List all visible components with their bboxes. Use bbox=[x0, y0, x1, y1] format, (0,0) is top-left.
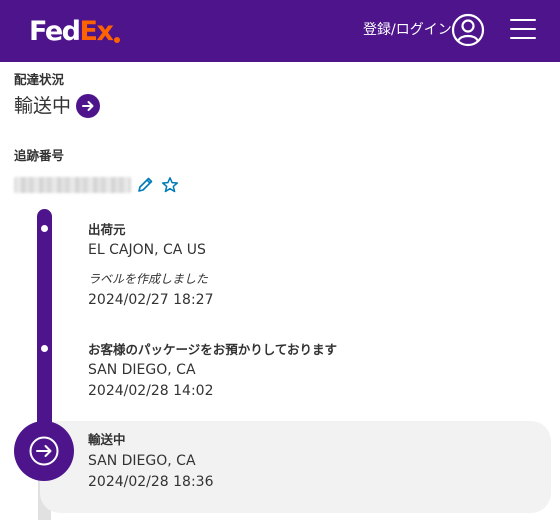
event-datetime: 2024/02/28 14:02 bbox=[88, 383, 214, 399]
delivery-status: 輸送中 bbox=[14, 93, 101, 119]
arrow-circle-icon bbox=[29, 436, 59, 466]
fedex-logo[interactable]: FedEx bbox=[29, 15, 121, 49]
delivery-status-value: 輸送中 bbox=[14, 95, 72, 117]
menu-bar bbox=[510, 28, 536, 30]
top-header: FedEx 登録/ログイン bbox=[0, 0, 560, 62]
logo-dot bbox=[114, 37, 121, 43]
arrow-right-icon bbox=[76, 94, 101, 118]
event-location: EL CAJON, CA US bbox=[88, 242, 206, 258]
delivery-status-label: 配達状況 bbox=[14, 72, 65, 87]
event-description: ラベルを作成しました bbox=[88, 272, 209, 286]
timeline-dot bbox=[41, 225, 48, 232]
menu-bar bbox=[510, 37, 536, 39]
timeline-dot bbox=[41, 345, 48, 352]
tracking-number-redacted bbox=[14, 177, 131, 193]
user-account-icon[interactable] bbox=[451, 13, 485, 47]
pencil-edit-icon[interactable] bbox=[136, 176, 154, 194]
star-favorite-icon[interactable] bbox=[161, 176, 179, 194]
menu-bar bbox=[510, 19, 536, 21]
event-title: 輸送中 bbox=[88, 432, 126, 447]
tracking-number-row bbox=[14, 174, 179, 196]
event-title: お客様のパッケージをお預かりしております bbox=[88, 342, 338, 357]
event-location: SAN DIEGO, CA bbox=[88, 362, 196, 378]
event-location: SAN DIEGO, CA bbox=[88, 453, 196, 469]
hamburger-menu-icon[interactable] bbox=[510, 17, 536, 41]
current-status-marker bbox=[14, 421, 74, 481]
tracking-number-label: 追跡番号 bbox=[14, 148, 65, 163]
logo-fed-text: Fed bbox=[29, 16, 81, 47]
event-title: 出荷元 bbox=[88, 222, 126, 237]
login-link[interactable]: 登録/ログイン bbox=[363, 20, 452, 40]
logo-ex-text: Ex bbox=[79, 16, 114, 47]
event-datetime: 2024/02/27 18:27 bbox=[88, 292, 214, 308]
event-datetime: 2024/02/28 18:36 bbox=[88, 474, 214, 490]
